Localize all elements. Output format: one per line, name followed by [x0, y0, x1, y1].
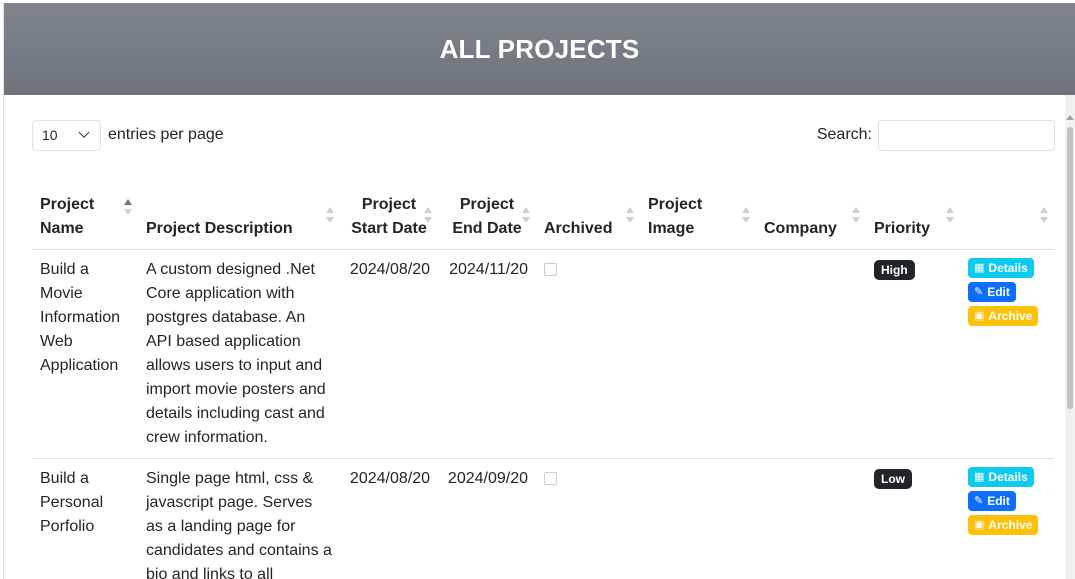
sort-icon — [1040, 206, 1048, 223]
table-header-row: Project Name Project Description Project… — [32, 167, 1054, 250]
cell-actions: ▦ Details ✎ Edit ▣ Archive — [960, 458, 1054, 579]
column-header-end-date[interactable]: Project End Date — [438, 167, 536, 250]
cell-start-date: 2024/08/20 — [340, 249, 438, 459]
cell-archived — [536, 458, 640, 579]
cell-start-date: 2024/08/20 — [340, 458, 438, 579]
page-title: ALL PROJECTS — [439, 33, 640, 64]
sort-icon — [424, 206, 432, 223]
column-header-project-description[interactable]: Project Description — [138, 167, 340, 250]
sort-icon — [626, 206, 634, 223]
building-icon: ▦ — [974, 261, 985, 274]
entries-value: 10 — [42, 127, 58, 143]
sort-icon — [742, 206, 750, 223]
cell-company — [756, 249, 866, 459]
archived-checkbox[interactable] — [544, 471, 557, 485]
sort-icon — [522, 206, 530, 223]
archive-box-icon: ▣ — [974, 518, 985, 531]
column-header-priority[interactable]: Priority — [866, 167, 960, 250]
search-control: Search: — [816, 119, 1055, 151]
search-input[interactable] — [878, 119, 1055, 151]
entries-control: 10 entries per page — [32, 119, 224, 151]
cell-priority: High — [866, 249, 960, 459]
priority-badge: Low — [874, 468, 912, 489]
archive-button[interactable]: ▣ Archive — [968, 305, 1039, 326]
projects-card: ALL PROJECTS 10 entries per page Search:… — [3, 3, 1075, 579]
chevron-down-icon — [78, 126, 90, 138]
column-header-project-image[interactable]: Project Image — [640, 167, 756, 250]
cell-project-image — [640, 249, 756, 459]
entries-per-page-select[interactable]: 10 — [32, 119, 101, 151]
column-header-archived[interactable]: Archived — [536, 167, 640, 250]
search-label: Search: — [816, 126, 872, 143]
table-controls: 10 entries per page Search: — [32, 119, 1055, 151]
cell-actions: ▦ Details ✎ Edit ▣ Archive — [960, 249, 1054, 459]
archived-checkbox[interactable] — [544, 262, 557, 276]
projects-table: Project Name Project Description Project… — [32, 167, 1054, 579]
pencil-square-icon: ✎ — [974, 285, 984, 298]
priority-badge: High — [874, 259, 915, 280]
building-icon: ▦ — [974, 470, 985, 483]
cell-end-date: 2024/09/20 — [438, 458, 536, 579]
archive-button[interactable]: ▣ Archive — [968, 514, 1039, 535]
edit-button[interactable]: ✎ Edit — [968, 490, 1016, 511]
cell-company — [756, 458, 866, 579]
entries-label: entries per page — [108, 126, 224, 143]
table-row: Build a Personal Porfolio Single page ht… — [32, 458, 1054, 579]
sort-icon — [852, 206, 860, 223]
cell-project-name: Build a Personal Porfolio — [32, 458, 138, 579]
pencil-square-icon: ✎ — [974, 494, 984, 507]
edit-button[interactable]: ✎ Edit — [968, 281, 1016, 302]
scrollbar-thumb[interactable] — [1067, 127, 1073, 409]
vertical-scrollbar[interactable] — [1065, 95, 1075, 579]
archive-box-icon: ▣ — [974, 309, 985, 322]
page-header: ALL PROJECTS — [4, 3, 1075, 95]
cell-project-image — [640, 458, 756, 579]
column-header-company[interactable]: Company — [756, 167, 866, 250]
details-button[interactable]: ▦ Details — [968, 466, 1034, 487]
cell-project-description: A custom designed .Net Core application … — [138, 249, 340, 459]
cell-priority: Low — [866, 458, 960, 579]
sort-ascending-icon — [124, 198, 132, 215]
column-header-actions[interactable] — [960, 167, 1054, 250]
table-row: Build a Movie Information Web Applicatio… — [32, 249, 1054, 459]
details-button[interactable]: ▦ Details — [968, 257, 1034, 278]
column-header-project-name[interactable]: Project Name — [32, 167, 138, 250]
cell-archived — [536, 249, 640, 459]
sort-icon — [326, 206, 334, 223]
cell-project-description: Single page html, css & javascript page.… — [138, 458, 340, 579]
cell-end-date: 2024/11/20 — [438, 249, 536, 459]
sort-icon — [946, 206, 954, 223]
scroll-up-arrow-icon[interactable] — [1066, 115, 1074, 120]
cell-project-name: Build a Movie Information Web Applicatio… — [32, 249, 138, 459]
column-header-start-date[interactable]: Project Start Date — [340, 167, 438, 250]
